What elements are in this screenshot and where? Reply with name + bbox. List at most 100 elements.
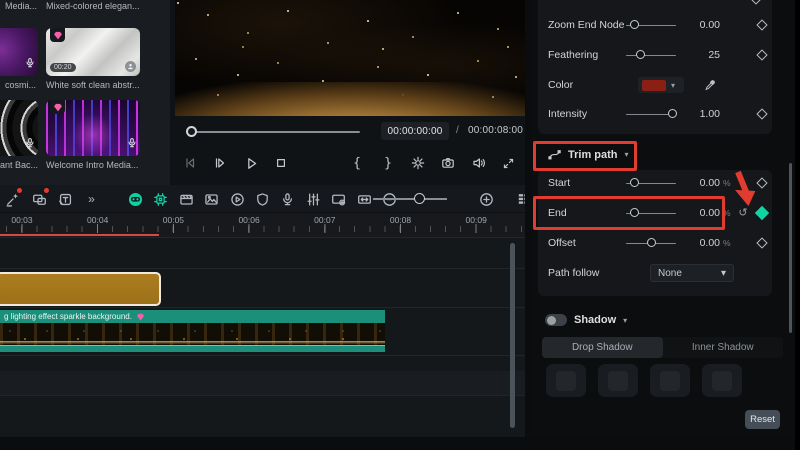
keyframe-button[interactable] bbox=[750, 177, 774, 189]
mic-icon bbox=[26, 55, 34, 73]
property-row: Color ▾ bbox=[548, 75, 774, 95]
snapshot-camera-icon[interactable] bbox=[439, 154, 457, 172]
track-divider bbox=[0, 237, 525, 238]
unit-label: % bbox=[723, 238, 731, 248]
property-slider[interactable] bbox=[626, 104, 682, 124]
seek-handle[interactable] bbox=[186, 126, 197, 137]
clapperboard-icon[interactable] bbox=[176, 189, 196, 209]
text-sticker-icon[interactable] bbox=[55, 189, 75, 209]
timeline-clip-sparkle[interactable]: g lighting effect sparkle background. bbox=[0, 310, 385, 352]
mic-icon bbox=[26, 135, 34, 153]
property-label: End bbox=[548, 207, 567, 219]
trim-path-header[interactable]: Trim path ▾ bbox=[548, 148, 629, 161]
mark-in-button[interactable]: { bbox=[348, 154, 366, 172]
clip-title-bar: g lighting effect sparkle background. bbox=[0, 310, 385, 323]
media-thumbnail-cosmic[interactable] bbox=[0, 28, 38, 76]
shadow-toggle[interactable] bbox=[545, 314, 567, 326]
dropdown-value: None bbox=[658, 267, 682, 279]
more-tools-chevron[interactable]: » bbox=[81, 189, 101, 209]
speed-play-icon[interactable] bbox=[227, 189, 247, 209]
property-slider[interactable] bbox=[626, 15, 682, 35]
effects-scene-icon[interactable] bbox=[201, 189, 221, 209]
timeline-zoom-handle[interactable] bbox=[414, 193, 425, 204]
timeline-zoom-slider[interactable] bbox=[373, 198, 447, 200]
tab-drop-shadow[interactable]: Drop Shadow bbox=[542, 337, 663, 358]
mark-out-button[interactable]: } bbox=[379, 154, 397, 172]
shadow-preset[interactable] bbox=[598, 364, 638, 397]
preview-settings-gear-icon[interactable] bbox=[409, 154, 427, 172]
shadow-preset[interactable] bbox=[546, 364, 586, 397]
keyframe-button[interactable] bbox=[750, 237, 774, 249]
property-value[interactable]: 1.00 bbox=[682, 108, 720, 120]
fullscreen-expand-icon[interactable] bbox=[499, 154, 517, 172]
play-button[interactable] bbox=[242, 154, 260, 172]
timeline-toolbar: » ▾ bbox=[0, 185, 545, 213]
ai-assistant-robot-icon[interactable] bbox=[125, 189, 145, 209]
property-value[interactable]: 0.00 bbox=[682, 207, 720, 219]
ruler-major-ticks bbox=[6, 224, 525, 233]
media-item-label: Mixed-colored elegan... bbox=[46, 1, 140, 11]
clip-audio-strip bbox=[0, 345, 385, 352]
unit-label: % bbox=[723, 178, 731, 188]
shadow-header: Shadow ▾ bbox=[545, 314, 627, 326]
screen-record-icon[interactable] bbox=[29, 188, 49, 209]
property-value[interactable]: 25 bbox=[682, 49, 720, 61]
shield-icon[interactable] bbox=[252, 189, 272, 209]
property-value[interactable]: 0.00 bbox=[682, 237, 720, 249]
unit-label: % bbox=[723, 208, 731, 218]
total-time: 00:00:08:00 bbox=[468, 125, 524, 136]
video-canvas[interactable] bbox=[175, 0, 528, 116]
reset-button[interactable]: Reset bbox=[745, 410, 780, 429]
property-value[interactable]: 0.00 bbox=[682, 177, 720, 189]
property-row: Zoom End Node 0.00 bbox=[548, 15, 774, 35]
property-slider[interactable] bbox=[626, 173, 682, 193]
rendered-range-indicator bbox=[0, 234, 159, 236]
audio-mixer-icon[interactable] bbox=[303, 189, 323, 209]
ai-edit-icon[interactable] bbox=[2, 188, 22, 209]
seek-track[interactable] bbox=[190, 131, 360, 133]
media-thumbnail-white-abstract[interactable]: 00:20 bbox=[46, 28, 140, 76]
keyframe-button[interactable] bbox=[750, 49, 774, 61]
color-swatch bbox=[642, 79, 666, 91]
property-value[interactable]: 0.00 bbox=[682, 19, 720, 31]
path-follow-dropdown[interactable]: None ▾ bbox=[650, 264, 734, 282]
next-frame-button[interactable] bbox=[211, 154, 229, 172]
keyframe-button[interactable] bbox=[750, 19, 774, 31]
timeline-clip-selected[interactable] bbox=[0, 272, 161, 306]
shadow-preset[interactable] bbox=[650, 364, 690, 397]
timeline-vertical-scrollbar[interactable] bbox=[510, 243, 515, 428]
property-label: Start bbox=[548, 177, 571, 189]
chevron-down-icon: ▾ bbox=[624, 150, 629, 159]
property-slider[interactable] bbox=[626, 45, 682, 65]
property-slider[interactable] bbox=[626, 203, 682, 223]
properties-scrollbar[interactable] bbox=[789, 163, 792, 333]
preview-panel: 00:00:00:00 / 00:00:08:00 { } bbox=[170, 0, 530, 185]
color-swatch-dropdown[interactable]: ▾ bbox=[638, 77, 684, 93]
zoom-in-icon[interactable] bbox=[476, 189, 496, 209]
keyframe-button-active[interactable] bbox=[750, 205, 774, 221]
timeline-ruler[interactable]: 00:03 00:04 00:05 00:06 00:07 00:08 00:09 bbox=[0, 213, 525, 237]
fit-timeline-icon[interactable] bbox=[354, 189, 374, 209]
seek-bar: 00:00:00:00 / 00:00:08:00 bbox=[178, 118, 530, 144]
media-thumbnail-swirl[interactable] bbox=[0, 100, 38, 156]
shadow-preset[interactable] bbox=[702, 364, 742, 397]
voiceover-mic-icon[interactable] bbox=[277, 189, 297, 209]
media-item-label: cosmi... bbox=[5, 80, 37, 90]
footer-strip bbox=[0, 437, 800, 450]
track-divider bbox=[0, 268, 525, 269]
section-title: Trim path bbox=[568, 148, 618, 161]
tab-inner-shadow[interactable]: Inner Shadow bbox=[663, 337, 784, 358]
eyedropper-icon[interactable] bbox=[684, 79, 736, 91]
previous-frame-button[interactable] bbox=[181, 154, 199, 172]
keyframe-button[interactable] bbox=[750, 108, 774, 120]
plugin-chip-icon[interactable] bbox=[150, 189, 170, 209]
media-thumbnail-neon-tunnel[interactable] bbox=[46, 100, 140, 156]
reset-keyframe-icon[interactable]: ↺ bbox=[736, 206, 750, 220]
screen-capture-icon[interactable] bbox=[328, 189, 348, 209]
property-slider[interactable] bbox=[626, 233, 682, 253]
stop-button[interactable] bbox=[272, 154, 290, 172]
stock-gem-icon bbox=[50, 28, 65, 42]
mic-icon bbox=[128, 135, 136, 153]
property-row: Intensity 1.00 bbox=[548, 104, 774, 124]
volume-speaker-icon[interactable] bbox=[470, 154, 488, 172]
